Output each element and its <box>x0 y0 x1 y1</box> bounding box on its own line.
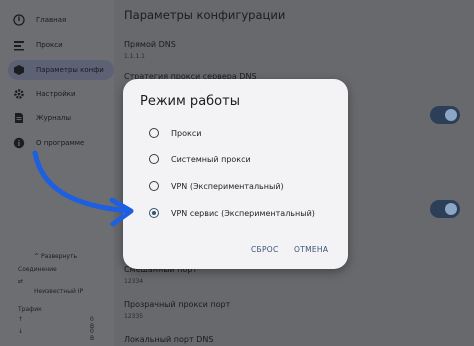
option-system-proxy[interactable]: Системный прокси <box>149 151 251 167</box>
sidebar: Главная Прокси Параметры конфи Настройки… <box>0 0 114 346</box>
connection-arrows: ⇄ <box>18 278 24 285</box>
option-label: VPN сервис (Экспериментальный) <box>171 208 315 218</box>
connection-value: Неизвестный IP <box>34 288 84 295</box>
sidebar-item-settings[interactable]: Настройки <box>10 84 114 104</box>
sidebar-item-config[interactable]: Параметры конфи <box>8 60 114 80</box>
info-icon <box>10 11 28 29</box>
cancel-button[interactable]: ОТМЕНА <box>294 245 328 254</box>
option-vpn-service[interactable]: VPN сервис (Экспериментальный) <box>149 205 315 221</box>
setting-transparent-port[interactable]: Прозрачный прокси порт <box>124 300 230 309</box>
gear-icon <box>10 85 28 103</box>
sidebar-item-label: Журналы <box>36 114 71 122</box>
setting-local-dns-port[interactable]: Локальный порт DNS <box>124 335 213 344</box>
logs-icon <box>10 109 28 127</box>
toggle-switch[interactable] <box>430 200 460 218</box>
connection-label: Соединение <box>18 266 57 273</box>
sidebar-item-proxy[interactable]: Прокси <box>10 35 114 55</box>
mode-dialog: Режим работы Прокси Системный прокси VPN… <box>123 79 348 269</box>
option-proxy[interactable]: Прокси <box>149 125 201 141</box>
setting-direct-dns[interactable]: Прямой DNS <box>124 40 176 49</box>
download-arrow-icon: ↓ <box>18 328 24 335</box>
sidebar-item-about[interactable]: О программе <box>10 133 114 153</box>
setting-mixed-port-value: 12334 <box>124 278 144 285</box>
sidebar-item-label: Главная <box>36 16 67 24</box>
radio-unchecked[interactable] <box>149 181 159 191</box>
setting-direct-dns-value: 1.1.1.1 <box>124 53 145 60</box>
proxy-icon <box>10 36 28 54</box>
option-label: Прокси <box>171 128 202 138</box>
box-icon <box>10 61 28 79</box>
option-label: VPN (Экспериментальный) <box>171 181 284 191</box>
option-vpn[interactable]: VPN (Экспериментальный) <box>149 178 284 194</box>
sidebar-item-label: Параметры конфи <box>36 66 104 74</box>
expand-button[interactable]: ^ Развернуть <box>34 253 77 260</box>
radio-checked[interactable] <box>149 208 159 218</box>
reset-button[interactable]: СБРОС <box>251 245 279 254</box>
traffic-label: Трафик <box>18 306 42 313</box>
setting-transparent-port-value: 12335 <box>124 313 144 320</box>
sidebar-item-home[interactable]: Главная <box>10 10 114 30</box>
chevron-up-icon: ^ <box>34 253 40 260</box>
toggle-switch[interactable] <box>430 106 460 124</box>
sidebar-item-label: Прокси <box>36 41 63 49</box>
sidebar-item-label: О программе <box>36 139 85 147</box>
expand-label: Развернуть <box>40 253 77 260</box>
sidebar-item-label: Настройки <box>36 90 76 98</box>
page-title: Параметры конфигурации <box>124 8 286 22</box>
upload-arrow-icon: ↑ <box>18 316 24 323</box>
radio-unchecked[interactable] <box>149 154 159 164</box>
traffic-down-value: 0 B <box>90 328 95 342</box>
radio-unchecked[interactable] <box>149 128 159 138</box>
sidebar-item-logs[interactable]: Журналы <box>10 108 114 128</box>
info-icon <box>10 134 28 152</box>
dialog-title: Режим работы <box>140 94 240 109</box>
option-label: Системный прокси <box>171 154 251 164</box>
